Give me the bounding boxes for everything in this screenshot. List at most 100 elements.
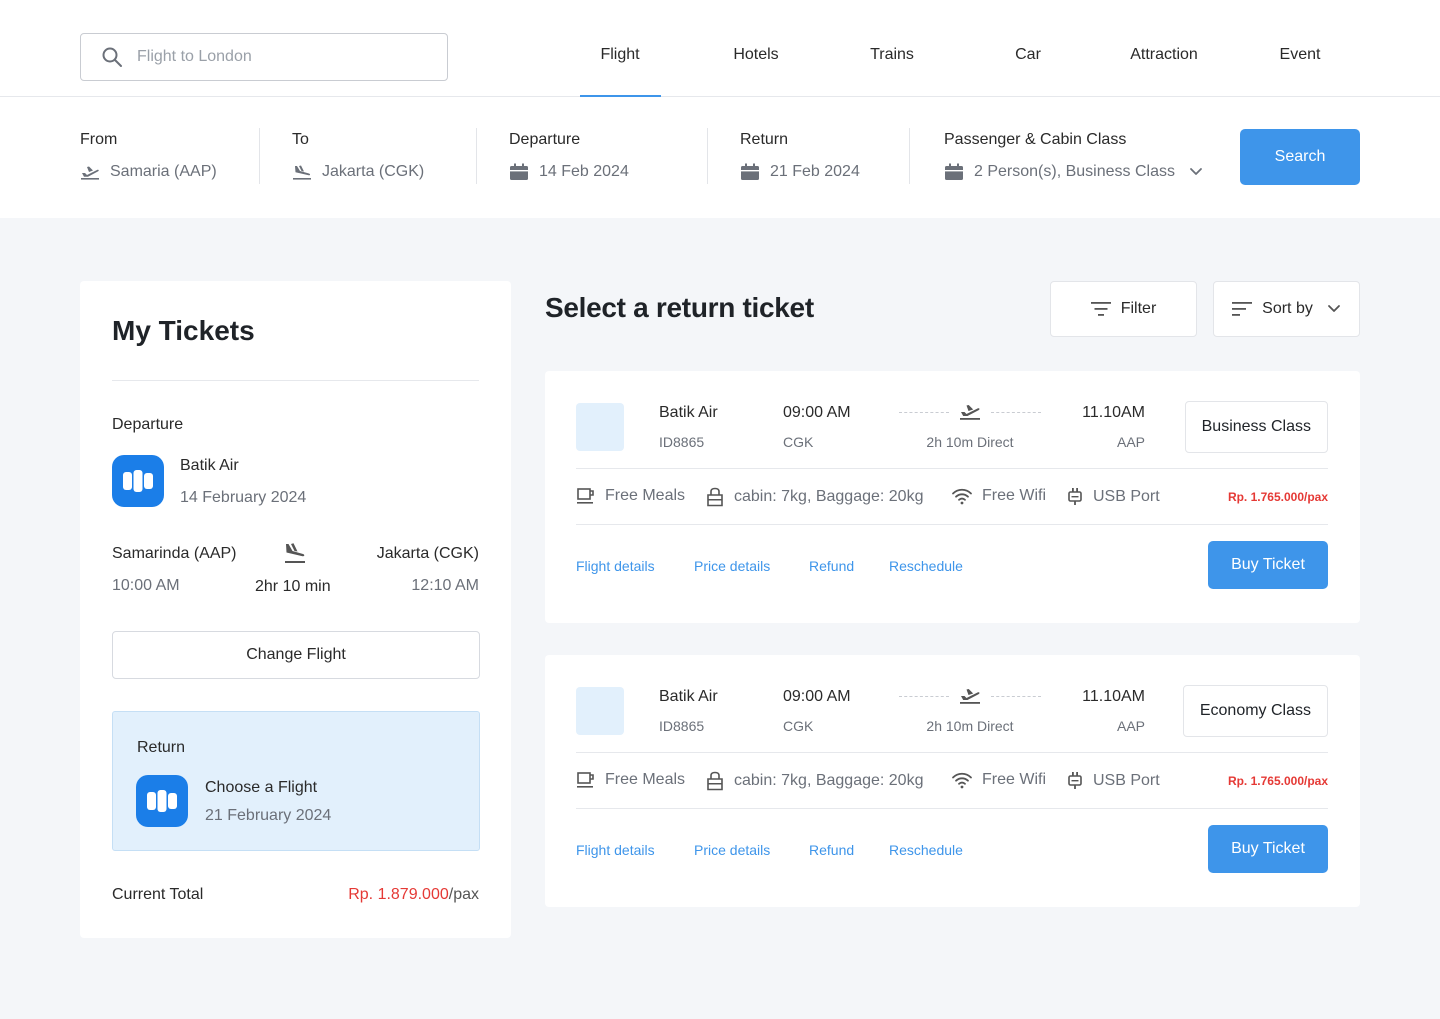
baggage-icon xyxy=(705,487,725,507)
divider xyxy=(909,128,910,184)
airline-name: Batik Air xyxy=(659,688,718,705)
tab-event[interactable]: Event xyxy=(1240,46,1360,64)
divider xyxy=(707,128,708,184)
price-details-link[interactable]: Price details xyxy=(694,842,770,858)
arrival-airport: AAP xyxy=(1116,434,1145,450)
reschedule-link[interactable]: Reschedule xyxy=(889,558,963,574)
calendar-icon xyxy=(740,163,760,181)
reschedule-link[interactable]: Reschedule xyxy=(889,842,963,858)
search-box[interactable] xyxy=(80,33,448,81)
arrival-time: 11.10AM xyxy=(1082,688,1145,705)
return-label: Return xyxy=(740,131,789,148)
sort-button[interactable]: Sort by xyxy=(1213,281,1360,337)
search-button[interactable]: Search xyxy=(1240,129,1360,185)
cabin-class-badge: Business Class xyxy=(1184,401,1328,453)
search-input[interactable] xyxy=(137,48,427,66)
divider xyxy=(112,380,479,381)
wifi-icon xyxy=(951,771,973,789)
current-total-value: Rp. 1.879.000/pax xyxy=(348,886,479,904)
to-field[interactable]: To Jakarta (CGK) xyxy=(292,131,424,181)
departure-time: 09:00 AM xyxy=(783,688,851,705)
price-details-link[interactable]: Price details xyxy=(694,558,770,574)
cabin-class-badge: Economy Class xyxy=(1182,685,1328,737)
refund-link[interactable]: Refund xyxy=(809,842,854,858)
departure-label: Departure xyxy=(509,131,581,148)
takeoff-icon xyxy=(959,686,981,704)
tab-attraction[interactable]: Attraction xyxy=(1104,46,1224,64)
divider xyxy=(576,808,1328,809)
feature-wifi: Free Wifi xyxy=(951,487,1046,505)
total-amount: Rp. 1.879.000 xyxy=(348,886,449,903)
feature-label: cabin: 7kg, Baggage: 20kg xyxy=(734,772,924,789)
filter-icon xyxy=(1090,302,1111,316)
flight-details-link[interactable]: Flight details xyxy=(576,842,655,858)
takeoff-icon xyxy=(959,402,981,420)
feature-usb: USB Port xyxy=(1066,771,1160,791)
refund-link[interactable]: Refund xyxy=(809,558,854,574)
departure-value: 14 Feb 2024 xyxy=(539,163,629,180)
ticket-card: Batik Air ID8865 09:00 AM CGK 2h 10m Dir… xyxy=(545,655,1360,907)
airline-thumbnail xyxy=(576,403,624,451)
flight-duration: 2hr 10 min xyxy=(255,578,331,595)
tab-car[interactable]: Car xyxy=(968,46,1088,64)
ticket-card: Batik Air ID8865 09:00 AM CGK 2h 10m Dir… xyxy=(545,371,1360,623)
feature-label: USB Port xyxy=(1093,488,1160,505)
ticket-price: Rp. 1.765.000/pax xyxy=(1227,774,1328,788)
sort-icon xyxy=(1232,302,1253,316)
takeoff-icon xyxy=(80,164,100,180)
tab-flight[interactable]: Flight xyxy=(560,46,680,64)
feature-label: cabin: 7kg, Baggage: 20kg xyxy=(734,488,924,505)
flight-duration: 2h 10m Direct xyxy=(926,718,1014,734)
usb-icon xyxy=(1066,771,1084,791)
calendar-icon xyxy=(509,163,529,181)
flight-code: ID8865 xyxy=(659,434,705,450)
baggage-icon xyxy=(705,771,725,791)
return-ticket-box: Return Choose a Flight 21 February 2024 xyxy=(112,711,480,851)
landing-icon xyxy=(292,164,312,180)
chevron-down-icon[interactable] xyxy=(1189,167,1203,177)
landing-icon xyxy=(283,542,307,564)
buy-ticket-button[interactable]: Buy Ticket xyxy=(1208,825,1328,873)
origin-time: 10:00 AM xyxy=(112,577,180,594)
feature-usb: USB Port xyxy=(1066,487,1160,507)
divider xyxy=(576,752,1328,753)
passenger-field[interactable]: Passenger & Cabin Class 2 Person(s), Bus… xyxy=(944,131,1203,181)
change-flight-button[interactable]: Change Flight xyxy=(112,631,480,679)
filter-button[interactable]: Filter xyxy=(1050,281,1197,337)
feature-wifi: Free Wifi xyxy=(951,771,1046,789)
feature-label: Free Meals xyxy=(605,487,686,504)
departure-airport: CGK xyxy=(783,434,814,450)
filter-label: Filter xyxy=(1120,300,1157,317)
departure-time: 09:00 AM xyxy=(783,404,851,421)
ticket-price: Rp. 1.765.000/pax xyxy=(1227,490,1328,504)
tab-trains[interactable]: Trains xyxy=(832,46,952,64)
flight-duration: 2h 10m Direct xyxy=(926,434,1014,450)
calendar-icon xyxy=(944,163,964,181)
from-field[interactable]: From Samaria (AAP) xyxy=(80,131,217,181)
buy-ticket-button[interactable]: Buy Ticket xyxy=(1208,541,1328,589)
top-navigation: Flight Hotels Trains Car Attraction Even… xyxy=(0,0,1440,97)
divider xyxy=(476,128,477,184)
return-field[interactable]: Return 21 Feb 2024 xyxy=(740,131,860,181)
flight-details-link[interactable]: Flight details xyxy=(576,558,655,574)
meal-icon xyxy=(576,487,596,505)
route-line xyxy=(991,412,1041,413)
destination-city: Jakarta (CGK) xyxy=(376,545,479,562)
usb-icon xyxy=(1066,487,1084,507)
route-line xyxy=(991,696,1041,697)
airline-logo-icon xyxy=(136,775,188,827)
divider xyxy=(576,468,1328,469)
from-value: Samaria (AAP) xyxy=(110,163,217,180)
departure-field[interactable]: Departure 14 Feb 2024 xyxy=(509,131,629,181)
route-line xyxy=(899,412,949,413)
arrival-time: 11.10AM xyxy=(1082,404,1145,421)
total-unit: /pax xyxy=(448,886,479,903)
search-icon xyxy=(101,46,123,68)
divider xyxy=(259,128,260,184)
destination-time: 12:10 AM xyxy=(411,577,479,594)
feature-meals: Free Meals xyxy=(576,487,685,505)
feature-baggage: cabin: 7kg, Baggage: 20kg xyxy=(705,771,923,791)
sort-label: Sort by xyxy=(1262,300,1313,317)
tab-hotels[interactable]: Hotels xyxy=(696,46,816,64)
departure-airport: CGK xyxy=(783,718,814,734)
